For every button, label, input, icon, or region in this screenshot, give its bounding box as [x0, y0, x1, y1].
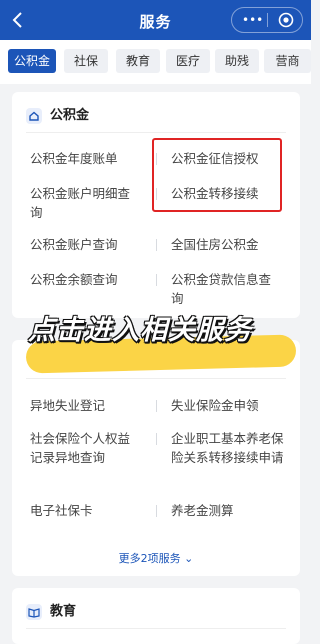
card-divider — [26, 132, 286, 133]
column-divider — [156, 433, 157, 445]
list-item[interactable]: 社会保险个人权益记录异地查询 — [30, 429, 138, 467]
column-divider — [156, 505, 157, 517]
list-item[interactable]: 公积金年度账单 — [30, 149, 150, 168]
card-divider — [26, 378, 286, 379]
close-target-icon[interactable] — [278, 12, 294, 28]
more-services-link[interactable]: 更多2项服务 ⌄ — [12, 550, 300, 566]
tab-zhucan[interactable]: 助残 — [215, 49, 259, 73]
list-item[interactable]: 企业职工基本养老保险关系转移接续申请 — [171, 429, 289, 467]
category-tabs: 公积金 社保 教育 医疗 助残 营商 — [0, 40, 311, 84]
more-services-label: 更多2项服务 ⌄ — [12, 550, 300, 566]
tab-yiliao[interactable]: 医疗 — [166, 49, 210, 73]
column-divider — [156, 239, 157, 251]
list-item[interactable]: 失业保险金申领 — [171, 396, 291, 415]
card-title: 公积金 — [26, 104, 89, 124]
list-item[interactable]: 公积金余额查询 — [30, 270, 150, 289]
highlight-box — [152, 138, 282, 212]
card-title: 教育 — [26, 600, 76, 620]
card-title-text: 公积金 — [50, 108, 90, 123]
tab-shebao[interactable]: 社保 — [64, 49, 108, 73]
tab-gongjijin[interactable]: 公积金 — [8, 49, 56, 73]
house-icon — [26, 107, 42, 124]
list-item[interactable]: 异地失业登记 — [30, 396, 150, 415]
card-divider — [26, 628, 286, 629]
list-item[interactable]: 电子社保卡 — [30, 501, 150, 520]
list-item[interactable]: 养老金测算 — [171, 501, 291, 520]
more-services-text: 更多2项服务 — [118, 552, 181, 565]
nav-bar: 服务 ••• — [0, 0, 311, 40]
card-title-text: 教育 — [50, 604, 77, 619]
capsule-divider — [267, 13, 268, 27]
tab-yingshang[interactable]: 营商 — [264, 49, 311, 73]
tab-jiaoyu[interactable]: 教育 — [116, 49, 160, 73]
more-icon[interactable]: ••• — [242, 13, 263, 27]
list-item[interactable]: 全国住房公积金 — [171, 235, 291, 254]
list-item[interactable]: 公积金账户明细查询 — [30, 184, 138, 222]
column-divider — [156, 274, 157, 286]
jiaoyu-card: 教育 — [12, 588, 300, 644]
list-item[interactable]: 公积金账户查询 — [30, 235, 150, 254]
promo-banner-text: 点击进入相关服务 — [28, 315, 252, 346]
list-item[interactable]: 公积金贷款信息查询 — [171, 270, 283, 308]
column-divider — [156, 400, 157, 412]
book-icon — [26, 603, 42, 620]
mini-program-capsule: ••• — [231, 7, 303, 33]
shebao-card: 异地失业登记 失业保险金申领 社会保险个人权益记录异地查询 企业职工基本养老保险… — [12, 340, 300, 576]
chevron-down-icon: ⌄ — [184, 552, 194, 565]
